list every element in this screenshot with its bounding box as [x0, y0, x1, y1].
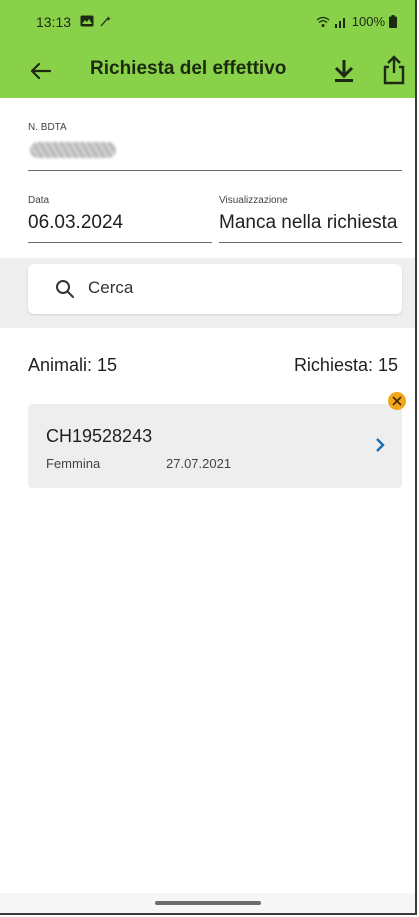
screen: 13:13 100% Richiesta del effettivo N. BD… — [0, 0, 417, 915]
signal-icon — [334, 17, 345, 28]
view-underline — [219, 242, 402, 243]
request-count: Richiesta: 15 — [293, 355, 398, 375]
status-bar: 13:13 100% — [0, 0, 415, 44]
bdta-label: N. BDTA — [28, 122, 67, 133]
animal-sex: Femmina — [46, 456, 101, 471]
app-bar: Richiesta del effettivo — [0, 44, 415, 98]
date-label: Data — [28, 195, 50, 206]
chevron-right-icon — [376, 438, 385, 452]
date-underline — [28, 242, 212, 243]
bdta-value-redacted — [30, 142, 116, 158]
list-item[interactable]: CH19528243 Femmina 27.07.2021 — [28, 404, 402, 488]
view-select[interactable]: Manca nella richiesta — [219, 212, 402, 234]
close-badge-icon[interactable] — [388, 392, 406, 410]
page-title: Richiesta del effettivo — [90, 58, 287, 79]
date-field[interactable]: 06.03.2024 — [28, 212, 123, 234]
animal-birthdate: 27.07.2021 — [166, 456, 232, 471]
gallery-notification-icon — [80, 15, 94, 27]
status-indicators: 100% — [316, 14, 397, 29]
view-label: Visualizzazione — [219, 195, 288, 206]
wifi-icon — [316, 16, 330, 27]
status-time: 13:13 — [36, 14, 72, 30]
share-icon[interactable] — [380, 54, 408, 86]
bdta-underline — [28, 170, 402, 171]
battery-icon — [389, 15, 397, 28]
wand-notification-icon — [100, 16, 111, 27]
animal-id: CH19528243 — [46, 426, 153, 446]
back-arrow-icon[interactable] — [28, 58, 54, 84]
download-icon[interactable] — [330, 56, 358, 86]
search-icon — [56, 280, 74, 298]
battery-percent: 100% — [351, 14, 385, 29]
animals-count: Animali: 15 — [28, 355, 118, 375]
search-placeholder: Cerca — [88, 278, 134, 297]
search-input[interactable]: Cerca — [28, 264, 402, 314]
home-gesture-handle[interactable] — [155, 901, 261, 905]
